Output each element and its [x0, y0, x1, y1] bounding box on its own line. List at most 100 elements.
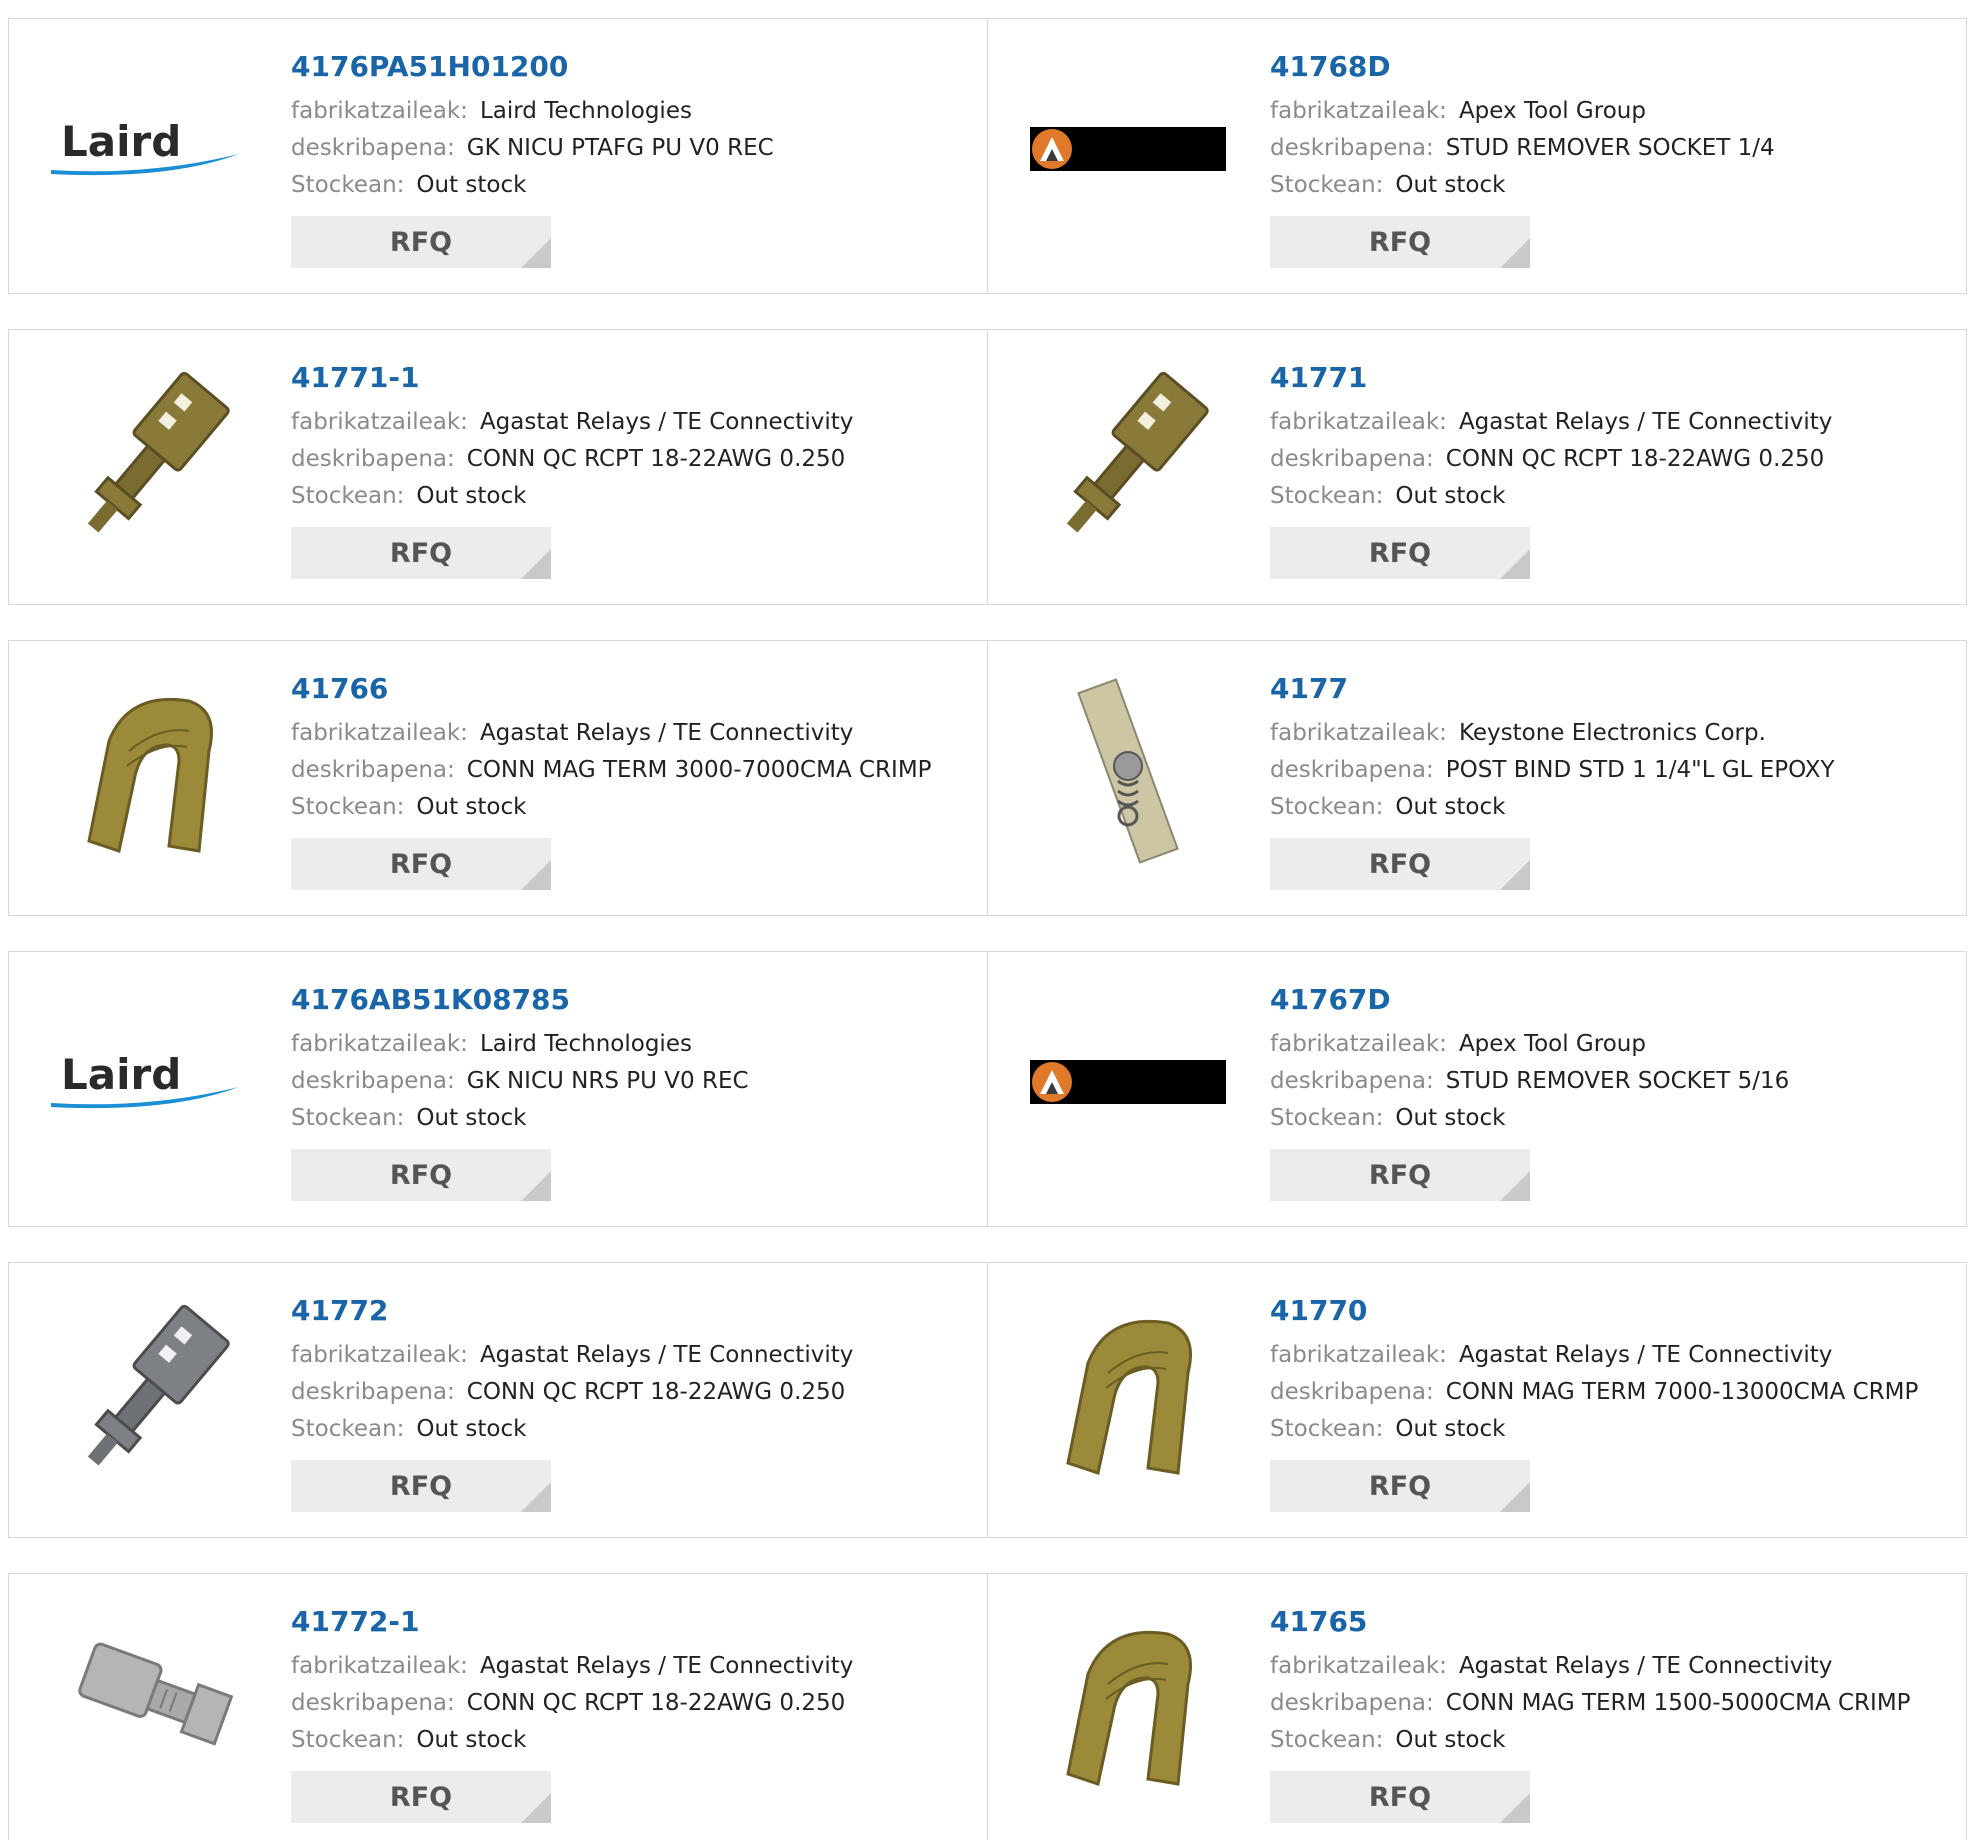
product-grid: Laird 4176PA51H01200 fabrikatzaileak: Lai… [0, 0, 1969, 1840]
rfq-button-label: RFQ [1368, 1159, 1432, 1191]
part-number-link[interactable]: 41771-1 [291, 360, 967, 396]
product-info: 41771 fabrikatzaileak: Agastat Relays / T… [1270, 360, 1946, 579]
manufacturer-label: fabrikatzaileak: [1270, 1342, 1447, 1368]
stock-value: Out stock [416, 1416, 527, 1442]
part-number-link[interactable]: 4177 [1270, 671, 1946, 707]
part-number-link[interactable]: 41770 [1270, 1293, 1946, 1329]
corner-triangle-icon [521, 549, 551, 579]
binding-post-icon[interactable] [1028, 671, 1228, 871]
qc-receptacle-brass-icon[interactable] [1028, 360, 1228, 560]
part-number-link[interactable]: 41772-1 [291, 1604, 967, 1640]
rfq-button[interactable]: RFQ [1270, 1460, 1530, 1512]
corner-triangle-icon [1500, 1793, 1530, 1823]
stock-label: Stockean: [1270, 1416, 1384, 1442]
description-row: deskribapena: GK NICU PTAFG PU V0 REC [291, 130, 967, 167]
description-value: CONN MAG TERM 3000-7000CMA CRIMP [466, 757, 932, 783]
corner-triangle-icon [1500, 860, 1530, 890]
product-info: 41765 fabrikatzaileak: Agastat Relays / T… [1270, 1604, 1946, 1823]
rfq-button-label: RFQ [1368, 1470, 1432, 1502]
manufacturer-label: fabrikatzaileak: [291, 409, 468, 435]
corner-triangle-icon [1500, 1482, 1530, 1512]
stock-row: Stockean: Out stock [291, 1411, 967, 1448]
part-number-link[interactable]: 4176AB51K08785 [291, 982, 967, 1018]
rfq-button[interactable]: RFQ [1270, 838, 1530, 890]
part-number-link[interactable]: 41767D [1270, 982, 1946, 1018]
stock-value: Out stock [1395, 172, 1506, 198]
rfq-button[interactable]: RFQ [1270, 1149, 1530, 1201]
rfq-button[interactable]: RFQ [291, 1149, 551, 1201]
part-number-link[interactable]: 41768D [1270, 49, 1946, 85]
manufacturer-row: fabrikatzaileak: Agastat Relays / TE Conn… [291, 1648, 967, 1685]
stock-value: Out stock [416, 1727, 527, 1753]
product-card: 41766 fabrikatzaileak: Agastat Relays / T… [8, 640, 988, 916]
corner-triangle-icon [1500, 1171, 1530, 1201]
product-info: 41767D fabrikatzaileak: Apex Tool Group d… [1270, 982, 1946, 1201]
manufacturer-value: Laird Technologies [479, 98, 692, 124]
manufacturer-value: Agastat Relays / TE Connectivity [479, 720, 854, 746]
product-card: Laird 4176AB51K08785 fabrikatzaileak: Lai… [8, 951, 988, 1227]
part-number-link[interactable]: 41771 [1270, 360, 1946, 396]
rfq-button[interactable]: RFQ [1270, 216, 1530, 268]
part-number-link[interactable]: 41772 [291, 1293, 967, 1329]
product-card: 41770 fabrikatzaileak: Agastat Relays / T… [987, 1262, 1967, 1538]
apex-logo[interactable] [1028, 49, 1228, 249]
rfq-button[interactable]: RFQ [1270, 527, 1530, 579]
stock-row: Stockean: Out stock [1270, 1722, 1946, 1759]
laird-logo[interactable]: Laird [49, 982, 249, 1182]
stock-label: Stockean: [291, 1727, 405, 1753]
description-label: deskribapena: [291, 1379, 455, 1405]
corner-triangle-icon [521, 860, 551, 890]
manufacturer-row: fabrikatzaileak: Laird Technologies [291, 93, 967, 130]
mag-term-icon[interactable] [49, 671, 249, 871]
product-card: 41767D fabrikatzaileak: Apex Tool Group d… [987, 951, 1967, 1227]
stock-label: Stockean: [291, 172, 405, 198]
qc-receptacle-brass-icon[interactable] [49, 360, 249, 560]
description-row: deskribapena: POST BIND STD 1 1/4"L GL EP… [1270, 752, 1946, 789]
apex-logo[interactable] [1028, 982, 1228, 1182]
qc-receptacle-gray-icon[interactable] [49, 1293, 249, 1493]
stock-label: Stockean: [1270, 483, 1384, 509]
description-row: deskribapena: CONN QC RCPT 18-22AWG 0.250 [1270, 441, 1946, 478]
description-label: deskribapena: [291, 757, 455, 783]
rfq-button-label: RFQ [1368, 226, 1432, 258]
corner-triangle-icon [1500, 238, 1530, 268]
part-number-link[interactable]: 41765 [1270, 1604, 1946, 1640]
manufacturer-label: fabrikatzaileak: [291, 720, 468, 746]
description-label: deskribapena: [291, 135, 455, 161]
stock-value: Out stock [1395, 794, 1506, 820]
manufacturer-row: fabrikatzaileak: Agastat Relays / TE Conn… [291, 404, 967, 441]
stock-label: Stockean: [291, 1416, 405, 1442]
mag-term-icon[interactable] [1028, 1293, 1228, 1493]
product-card: 41765 fabrikatzaileak: Agastat Relays / T… [987, 1573, 1967, 1840]
manufacturer-row: fabrikatzaileak: Apex Tool Group [1270, 1026, 1946, 1063]
rfq-button[interactable]: RFQ [291, 1771, 551, 1823]
product-card: 41771 fabrikatzaileak: Agastat Relays / T… [987, 329, 1967, 605]
description-value: POST BIND STD 1 1/4"L GL EPOXY [1445, 757, 1835, 783]
description-value: STUD REMOVER SOCKET 5/16 [1445, 1068, 1790, 1094]
part-number-link[interactable]: 41766 [291, 671, 967, 707]
laird-logo[interactable]: Laird [49, 49, 249, 249]
stock-value: Out stock [416, 172, 527, 198]
stock-row: Stockean: Out stock [291, 478, 967, 515]
rfq-button[interactable]: RFQ [291, 527, 551, 579]
stock-value: Out stock [1395, 483, 1506, 509]
mag-term-icon[interactable] [1028, 1604, 1228, 1804]
description-label: deskribapena: [1270, 135, 1434, 161]
corner-triangle-icon [521, 1482, 551, 1512]
description-value: GK NICU PTAFG PU V0 REC [466, 135, 774, 161]
stock-row: Stockean: Out stock [291, 789, 967, 826]
rfq-button-label: RFQ [389, 1470, 453, 1502]
rfq-button[interactable]: RFQ [291, 216, 551, 268]
rfq-button-label: RFQ [1368, 1781, 1432, 1813]
description-label: deskribapena: [1270, 757, 1434, 783]
manufacturer-value: Agastat Relays / TE Connectivity [1458, 1653, 1833, 1679]
qc-receptacle-silver-icon[interactable] [49, 1604, 249, 1804]
rfq-button[interactable]: RFQ [291, 838, 551, 890]
rfq-button[interactable]: RFQ [1270, 1771, 1530, 1823]
stock-row: Stockean: Out stock [1270, 1100, 1946, 1137]
part-number-link[interactable]: 4176PA51H01200 [291, 49, 967, 85]
manufacturer-row: fabrikatzaileak: Agastat Relays / TE Conn… [291, 1337, 967, 1374]
manufacturer-row: fabrikatzaileak: Keystone Electronics Cor… [1270, 715, 1946, 752]
manufacturer-value: Agastat Relays / TE Connectivity [1458, 409, 1833, 435]
rfq-button[interactable]: RFQ [291, 1460, 551, 1512]
